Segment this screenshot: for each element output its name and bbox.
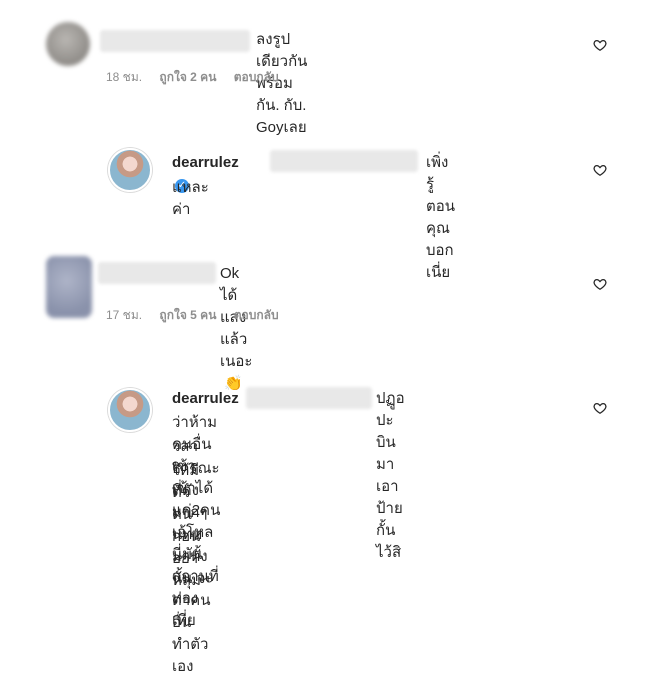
username[interactable]: dearrulez (172, 390, 239, 407)
likes-count[interactable]: ถูกใจ 2 คน (159, 70, 216, 84)
comment-text-line-4: ให้มีตัวตนก่อน อย่าหลุม (172, 462, 201, 589)
avatar[interactable] (46, 256, 92, 318)
comment-meta: 18 ชม. ถูกใจ 2 คน ตอบกลับ (106, 68, 293, 87)
username[interactable]: dearrulez (172, 154, 239, 171)
comment-meta: 17 ชม. ถูกใจ 5 คน ตอบกลับ (106, 306, 293, 325)
comment-text-line-2: แหละค่า (172, 179, 209, 218)
redacted-username (98, 262, 216, 284)
heart-outline-icon[interactable] (593, 277, 607, 291)
likes-count[interactable]: ถูกใจ 5 คน (159, 308, 216, 322)
comment-text-line: Ok ได้แสงแล้วเนอะ👏 (220, 263, 252, 395)
redacted-mention (270, 150, 418, 172)
comment-line: dearrulez (172, 388, 239, 410)
avatar[interactable] (108, 388, 152, 432)
heart-outline-icon[interactable] (593, 163, 607, 177)
redacted-username (100, 30, 250, 52)
comment-time[interactable]: 18 ชม. (106, 70, 142, 84)
redacted-mention (246, 387, 372, 409)
avatar[interactable] (108, 148, 152, 192)
heart-outline-icon[interactable] (593, 38, 607, 52)
comment-text: ปฏูอ ปะ บินมาเอาป้ายกั้นไว้สิ (376, 390, 405, 561)
comment-text: เพิ่งรู้ตอนคุณบอกเนี่ย (426, 154, 456, 281)
reply-button[interactable]: ตอบกลับ (234, 308, 279, 322)
avatar[interactable] (46, 22, 90, 66)
reply-button[interactable]: ตอบกลับ (234, 70, 279, 84)
comment-time[interactable]: 17 ชม. (106, 308, 142, 322)
heart-outline-icon[interactable] (593, 401, 607, 415)
